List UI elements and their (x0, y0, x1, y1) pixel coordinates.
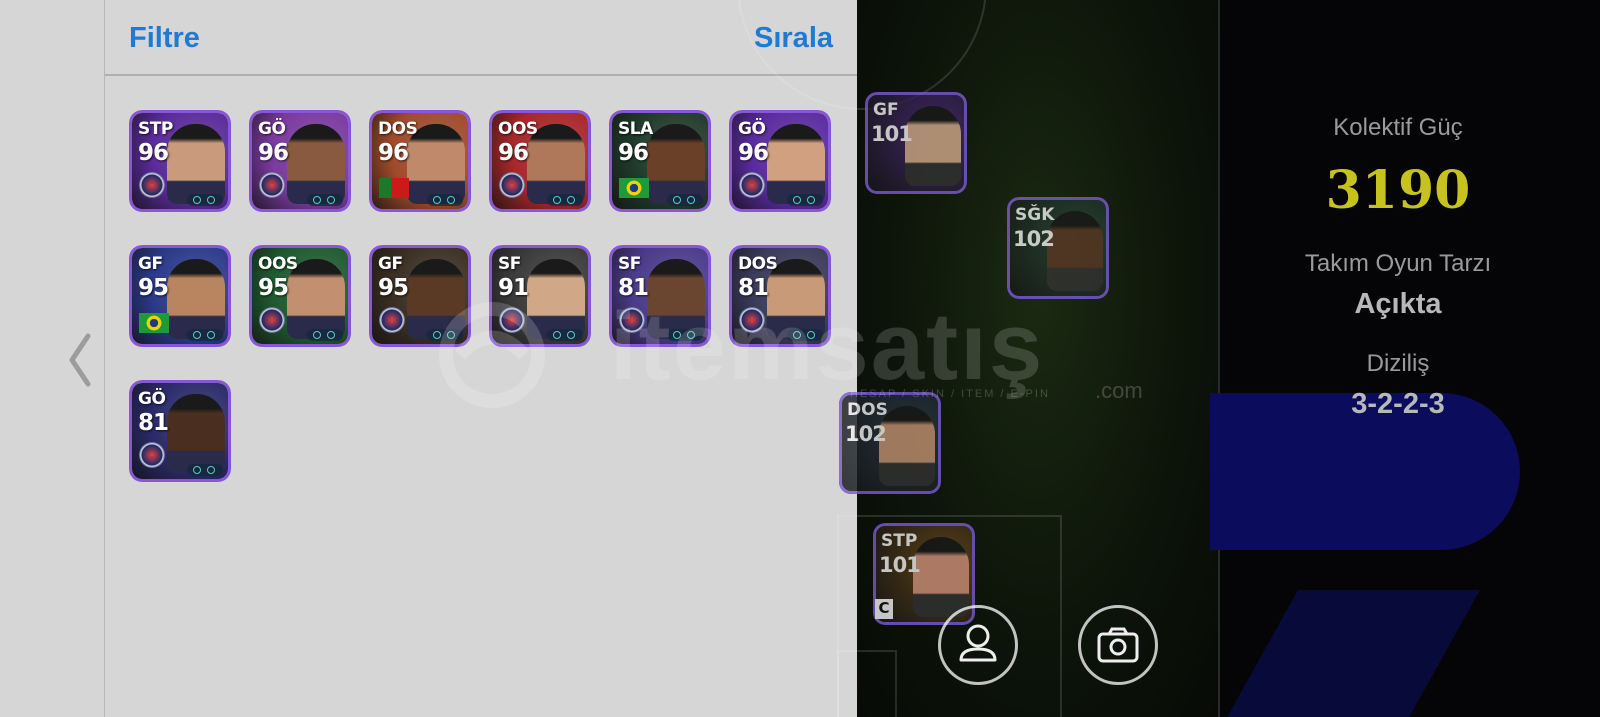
card-position: GÖ (138, 389, 166, 409)
player-card[interactable]: GÖ 96 (729, 110, 831, 212)
card-position: DOS (738, 254, 778, 274)
skill-pills (787, 194, 823, 206)
person-icon (959, 624, 997, 662)
decor-blue-slant (1220, 590, 1480, 717)
card-rating: 81 (138, 410, 169, 436)
purple-crest-icon (259, 307, 285, 333)
pitch-area: GF 101 SĞK 102 DOS 102 STP 101 C (737, 0, 1220, 717)
pitch-player-card[interactable]: DOS 102 (839, 392, 941, 494)
player-card[interactable]: STP 96 (129, 110, 231, 212)
card-rating: 96 (258, 140, 289, 166)
card-rating: 101 (879, 553, 921, 577)
galatasaray-crest-icon (739, 307, 765, 333)
player-profile-button[interactable] (938, 605, 1018, 685)
card-position: GÖ (738, 119, 766, 139)
card-rating: 91 (498, 275, 529, 301)
portugal-flag-icon (379, 178, 409, 198)
collective-power-label: Kolektif Güç (1333, 114, 1463, 141)
player-card[interactable]: OOS 96 (489, 110, 591, 212)
skill-pills (427, 194, 463, 206)
card-rating: 81 (618, 275, 649, 301)
card-position: SĞK (1015, 205, 1055, 225)
skill-pills (187, 329, 223, 341)
formation-label: Diziliş (1366, 350, 1430, 377)
card-position: SLA (618, 119, 653, 139)
player-list-panel: Filtre Sırala STP 96 GÖ 96 DOS 96 OOS 96 SLA 96 GÖ… (105, 0, 857, 717)
card-rating: 96 (738, 140, 769, 166)
team-stats-panel: Kolektif Güç 3190 Takım Oyun Tarzı Açıkt… (1210, 0, 1600, 717)
card-position: OOS (498, 119, 538, 139)
card-rating: 81 (738, 275, 769, 301)
skill-pills (547, 194, 583, 206)
player-card[interactable]: SF 81 (609, 245, 711, 347)
card-position: GÖ (258, 119, 286, 139)
card-rating: 96 (498, 140, 529, 166)
card-position: GF (873, 100, 899, 120)
pitch-player-card[interactable]: GF 101 (865, 92, 967, 194)
card-rating: 96 (618, 140, 649, 166)
card-position: STP (881, 531, 918, 551)
player-card[interactable]: DOS 96 (369, 110, 471, 212)
card-position: SF (618, 254, 641, 274)
brazil-flag-icon (139, 313, 169, 333)
psg-crest-icon (139, 172, 165, 198)
squad-screen: Filtre Sırala STP 96 GÖ 96 DOS 96 OOS 96 SLA 96 GÖ… (0, 0, 1600, 717)
red-crest-icon (499, 307, 525, 333)
player-card[interactable]: GÖ 96 (249, 110, 351, 212)
card-rating: 95 (378, 275, 409, 301)
player-card[interactable]: SLA 96 (609, 110, 711, 212)
back-chevron-icon[interactable] (64, 330, 98, 390)
player-card[interactable]: OOS 95 (249, 245, 351, 347)
skill-pills (187, 464, 223, 476)
player-card[interactable]: SF 91 (489, 245, 591, 347)
fenerbahce-crest-icon (139, 442, 165, 468)
psg-crest-icon (379, 307, 405, 333)
card-position: GF (138, 254, 163, 274)
camera-button[interactable] (1078, 605, 1158, 685)
card-position: DOS (847, 400, 888, 420)
brazil-flag-icon (619, 178, 649, 198)
team-style-value: Açıkta (1354, 288, 1442, 320)
filter-button[interactable]: Filtre (129, 22, 200, 55)
card-rating: 101 (871, 122, 913, 146)
skill-pills (667, 329, 703, 341)
card-rating: 96 (378, 140, 409, 166)
card-position: OOS (258, 254, 298, 274)
player-card[interactable]: GF 95 (129, 245, 231, 347)
skill-pills (667, 194, 703, 206)
card-position: GF (378, 254, 403, 274)
skill-pills (427, 329, 463, 341)
team-style-label: Takım Oyun Tarzı (1304, 250, 1492, 277)
barcelona-crest-icon (739, 172, 765, 198)
card-rating: 95 (138, 275, 169, 301)
player-card[interactable]: GÖ 81 (129, 380, 231, 482)
blue-crest-icon (619, 307, 645, 333)
collective-power-value: 3190 (1325, 160, 1471, 221)
player-card[interactable]: DOS 81 (729, 245, 831, 347)
formation-value: 3-2-2-3 (1351, 388, 1445, 420)
skill-pills (307, 194, 343, 206)
card-rating: 95 (258, 275, 289, 301)
goal-box (837, 650, 897, 717)
skill-pills (307, 329, 343, 341)
psg-crest-icon (259, 172, 285, 198)
captain-badge: C (875, 599, 893, 619)
card-rating: 102 (845, 422, 887, 446)
card-position: STP (138, 119, 173, 139)
skill-pills (187, 194, 223, 206)
card-position: DOS (378, 119, 418, 139)
pitch-player-card[interactable]: SĞK 102 (1007, 197, 1109, 299)
card-rating: 96 (138, 140, 169, 166)
card-position: SF (498, 254, 521, 274)
skill-pills (547, 329, 583, 341)
skill-pills (787, 329, 823, 341)
card-rating: 102 (1013, 227, 1055, 251)
camera-icon (1097, 627, 1139, 663)
red-crest-icon (499, 172, 525, 198)
player-card[interactable]: GF 95 (369, 245, 471, 347)
